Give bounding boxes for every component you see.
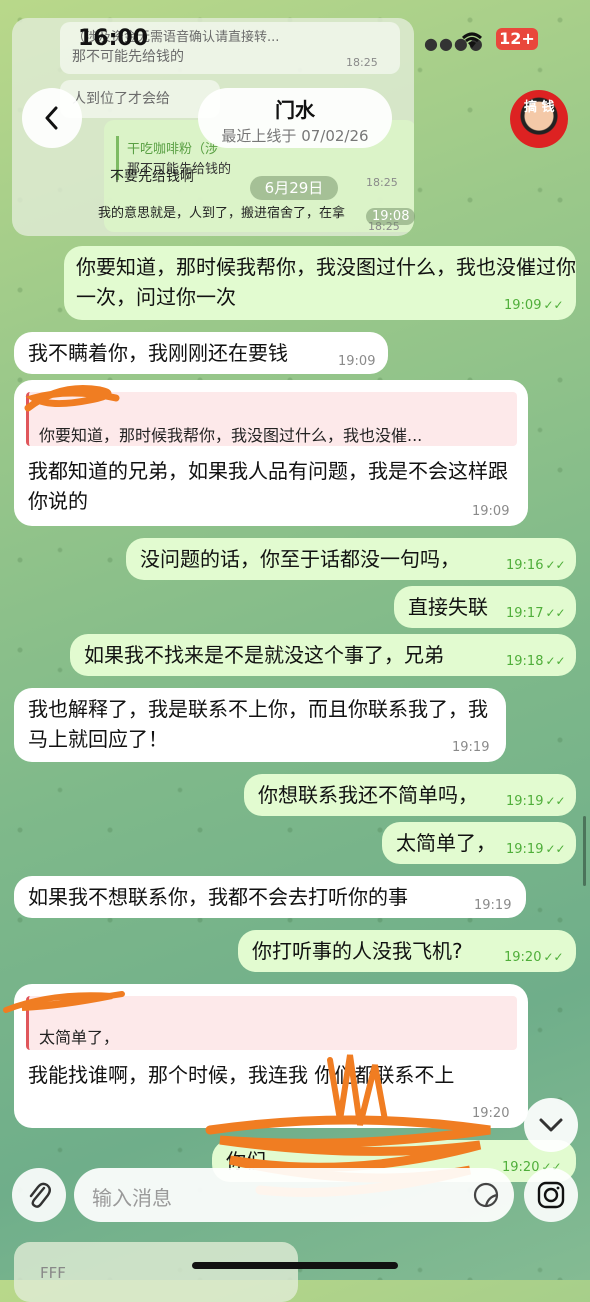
message-time: 19:19 bbox=[506, 842, 544, 857]
preview-time: 18:25 bbox=[366, 176, 398, 189]
paperclip-icon bbox=[29, 1182, 51, 1208]
message-bubble[interactable]: 你想联系我还不简单吗， 19:19 ✓✓ bbox=[244, 774, 576, 816]
preview-line: 不要先给钱啊 bbox=[110, 169, 194, 185]
status-bar: 16:00 ●●●● 12+ bbox=[0, 0, 590, 80]
message-time: 19:20 bbox=[504, 950, 542, 965]
message-bubble[interactable]: 你要知道，那时候我帮你，我没图过什么，我也没催过你一次，问过你一次 19:09 ✓… bbox=[64, 246, 576, 320]
wifi-icon bbox=[462, 32, 482, 48]
message-bubble[interactable]: 直接失联 19:17 ✓✓ bbox=[394, 586, 576, 628]
message-time: 19:20 bbox=[472, 1106, 510, 1121]
message-time: 19:16 bbox=[506, 558, 544, 573]
chevron-left-icon bbox=[45, 106, 58, 130]
message-text: 如果我不想联系你，我都不会去打听你的事 bbox=[28, 885, 408, 909]
chevron-down-icon bbox=[539, 1118, 563, 1132]
home-indicator bbox=[192, 1262, 398, 1269]
message-text: 我都知道的兄弟，如果我人品有问题，我是不会这样跟你说的 bbox=[28, 459, 508, 513]
message-text: 你要知道，那时候我帮你，我没图过什么，我也没催过你一次，问过你一次 bbox=[76, 255, 576, 309]
message-time: 19:19 bbox=[474, 898, 512, 913]
message-time: 19:09 bbox=[472, 504, 510, 519]
status-time: 16:00 bbox=[78, 26, 149, 51]
read-check-icon: ✓✓ bbox=[545, 654, 566, 668]
message-input[interactable]: 输入消息 bbox=[74, 1168, 514, 1222]
hidden-message-peek: FFF bbox=[14, 1242, 298, 1302]
contact-name: 门水 bbox=[275, 98, 315, 122]
message-bubble[interactable]: 你打听事的人没我飞机? 19:20 ✓✓ bbox=[238, 930, 576, 972]
message-text: 直接失联 bbox=[408, 595, 488, 619]
read-check-icon: ✓✓ bbox=[545, 606, 566, 620]
message-bubble[interactable]: 如果我不想联系你，我都不会去打听你的事 19:19 bbox=[14, 876, 526, 918]
message-text: 我不瞒着你，我刚刚还在要钱 bbox=[28, 341, 288, 365]
preview-line: 我的意思就是，人到了，搬进宿舍了，在拿 bbox=[98, 206, 346, 221]
battery-indicator: 12+ bbox=[496, 28, 538, 50]
quote-text: 太简单了， bbox=[39, 1028, 120, 1047]
message-text: 你打听事的人没我飞机? bbox=[252, 939, 463, 963]
message-bubble[interactable]: 我不瞒着你，我刚刚还在要钱 19:09 bbox=[14, 332, 388, 374]
camera-icon bbox=[537, 1181, 565, 1209]
last-seen: 最近上线于 07/02/26 bbox=[221, 127, 369, 145]
scrollbar[interactable] bbox=[583, 816, 586, 886]
sticker-icon[interactable] bbox=[472, 1181, 500, 1209]
avatar[interactable]: 搞 钱 bbox=[510, 90, 568, 148]
message-bubble[interactable]: 没问题的话，你至于话都没一句吗， 19:16 ✓✓ bbox=[126, 538, 576, 580]
camera-button[interactable] bbox=[524, 1168, 578, 1222]
read-check-icon: ✓✓ bbox=[545, 842, 566, 856]
message-time: 19:17 bbox=[506, 606, 544, 621]
message-time: 19:09 bbox=[504, 298, 542, 313]
date-chip-time: 19:08 bbox=[366, 208, 416, 225]
chat-title[interactable]: 门水 最近上线于 07/02/26 bbox=[198, 88, 392, 148]
message-text: 如果我不找来是不是就没这个事了，兄弟 bbox=[84, 643, 444, 667]
peek-text: FFF bbox=[40, 1264, 66, 1282]
message-time: 19:19 bbox=[452, 740, 490, 755]
message-bubble[interactable]: 太简单了， 19:19 ✓✓ bbox=[382, 822, 576, 864]
preview-line: 人到位了才会给 bbox=[72, 91, 170, 107]
read-check-icon: ✓✓ bbox=[543, 950, 564, 964]
message-time: 19:09 bbox=[338, 354, 376, 369]
read-check-icon: ✓✓ bbox=[543, 298, 564, 312]
scroll-down-button[interactable] bbox=[524, 1098, 578, 1152]
message-text: 没问题的话，你至于话都没一句吗， bbox=[140, 547, 460, 571]
message-bubble[interactable]: 如果我不找来是不是就没这个事了，兄弟 19:18 ✓✓ bbox=[70, 634, 576, 676]
attach-button[interactable] bbox=[12, 1168, 66, 1222]
message-bubble[interactable]: 你要知道，那时候我帮你，我没图过什么，我也没催... 我都知道的兄弟，如果我人品… bbox=[14, 380, 528, 526]
read-check-icon: ✓✓ bbox=[545, 558, 566, 572]
quote-text: 你要知道，那时候我帮你，我没图过什么，我也没催... bbox=[39, 426, 423, 445]
message-bubble[interactable]: 我也解释了，我是联系不上你，而且你联系我了，我马上就回应了！ 19:19 bbox=[14, 688, 506, 762]
message-text: 你想联系我还不简单吗， bbox=[258, 783, 478, 807]
avatar-text: 搞 钱 bbox=[524, 100, 555, 115]
message-time: 19:19 bbox=[506, 794, 544, 809]
date-chip: 6月29日 bbox=[250, 176, 338, 200]
message-bubble[interactable]: 太简单了， 我能找谁啊，那个时候，我连我 你们都联系不上 19:20 bbox=[14, 984, 528, 1128]
reply-quote[interactable]: 你要知道，那时候我帮你，我没图过什么，我也没催... bbox=[26, 392, 517, 446]
back-button[interactable] bbox=[22, 88, 82, 148]
input-placeholder: 输入消息 bbox=[92, 1186, 172, 1210]
message-time: 19:18 bbox=[506, 654, 544, 669]
message-text: 太简单了， bbox=[396, 831, 496, 855]
reply-quote[interactable]: 太简单了， bbox=[26, 996, 517, 1050]
message-text: 我也解释了，我是联系不上你，而且你联系我了，我马上就回应了！ bbox=[28, 697, 488, 751]
read-check-icon: ✓✓ bbox=[545, 794, 566, 808]
message-text: 我能找谁啊，那个时候，我连我 你们都联系不上 bbox=[28, 1063, 455, 1087]
